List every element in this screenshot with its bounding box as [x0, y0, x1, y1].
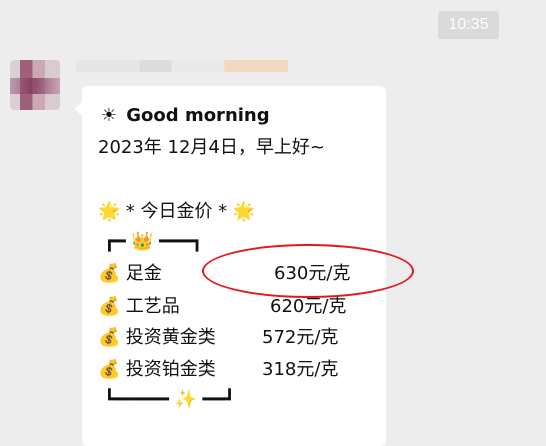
star-icon-left: 🌟: [98, 201, 121, 222]
money-bag-icon: 💰: [98, 359, 121, 380]
sparkles-icon: ✨: [174, 389, 198, 410]
frame-top: ┏━ 👑 ━━━┓: [104, 230, 202, 254]
price-row-crafts: 💰 工艺品: [98, 295, 180, 319]
item-price: 620元/克: [270, 296, 347, 317]
item-name: 工艺品: [125, 296, 180, 317]
frame-bottom-right: ━━┛: [196, 389, 235, 410]
item-name: 足金: [125, 263, 162, 284]
crown-icon: 👑: [131, 231, 154, 252]
item-name: 投资铂金类: [125, 359, 216, 380]
item-price: 572元/克: [262, 327, 339, 348]
item-price: 318元/克: [262, 359, 339, 380]
price-row-investment-platinum: 💰 投资铂金类: [98, 358, 216, 382]
sun-icon: ☀: [100, 105, 118, 126]
money-bag-icon: 💰: [98, 296, 121, 317]
money-bag-icon: 💰: [98, 327, 121, 348]
price-row-pure-gold: 💰 足金: [98, 262, 162, 286]
message-timestamp: 10:35: [438, 11, 499, 39]
frame-bottom-left: ┗━━━━━: [104, 389, 175, 410]
frame-bottom: ┗━━━━━ ✨ ━━┛: [104, 388, 235, 412]
frame-top-left: ┏━: [104, 231, 132, 252]
highlight-circle: [202, 244, 414, 298]
date-line: 2023年 12月4日，早上好~: [98, 137, 325, 158]
title-line: 🌟 * 今日金价 * 🌟: [98, 200, 255, 224]
price-row-investment-gold: 💰 投资黄金类: [98, 326, 216, 350]
star-icon-right: 🌟: [232, 201, 256, 222]
greeting-text: Good morning: [126, 105, 270, 126]
money-bag-icon: 💰: [98, 263, 121, 284]
title-text: * 今日金价 *: [125, 201, 228, 222]
item-name: 投资黄金类: [125, 327, 216, 348]
greeting-line: ☀ Good morning: [98, 104, 270, 128]
sender-avatar[interactable]: [10, 60, 60, 110]
frame-top-right: ━━━┓: [153, 231, 203, 252]
sender-name: [76, 60, 288, 72]
